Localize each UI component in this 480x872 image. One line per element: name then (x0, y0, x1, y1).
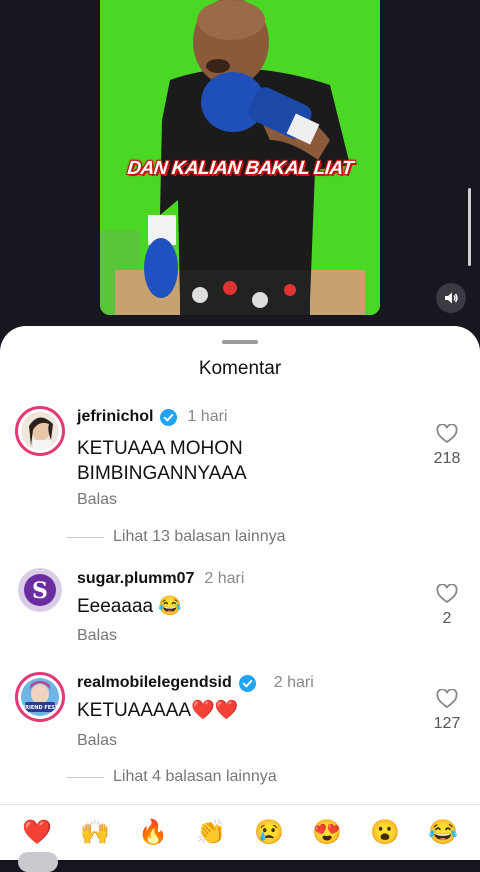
video-player[interactable]: DAN KALIAN BAKAL LIAT (0, 0, 480, 340)
comment-text: KETUAAAAA❤️❤️ (77, 700, 239, 721)
emoji-heart-eyes[interactable]: 😍 (307, 819, 347, 847)
emoji-crying[interactable]: 😢 (249, 819, 289, 847)
view-more-replies[interactable]: Lihat 13 balasan lainnya (67, 528, 286, 546)
volume-icon[interactable] (436, 283, 466, 313)
avatar-badge-text: FRIEND FEST (22, 705, 59, 711)
comment-time: 1 hari (187, 408, 228, 425)
video-caption: DAN KALIAN BAKAL LIAT (126, 158, 354, 179)
video-scrollbar[interactable] (468, 188, 471, 266)
verified-badge-icon (238, 674, 256, 692)
like-count: 127 (433, 715, 461, 732)
avatar-image (21, 412, 59, 450)
emoji-surprised[interactable]: 😮 (365, 819, 405, 847)
emoji-heart[interactable]: ❤️ (17, 819, 57, 847)
reply-button[interactable]: Balas (77, 491, 117, 509)
heart-icon (436, 689, 458, 709)
sheet-title: Komentar (198, 358, 282, 379)
like-button[interactable]: 127 (425, 689, 469, 733)
drag-handle[interactable] (222, 340, 258, 344)
speaker-icon (445, 292, 458, 304)
more-replies-label: Lihat 4 balasan lainnya (113, 768, 277, 785)
avatar-image: FRIEND FEST (21, 678, 59, 716)
comment-text: KETUAAA MOHON BIMBINGANNYAAA (77, 438, 247, 484)
avatar[interactable]: S (18, 568, 62, 612)
emoji-fire[interactable]: 🔥 (133, 819, 173, 847)
svg-text:S: S (32, 578, 48, 604)
reply-button[interactable]: Balas (77, 627, 117, 645)
verified-badge-icon (160, 408, 178, 426)
more-replies-label: Lihat 13 balasan lainnya (113, 528, 286, 545)
divider-line (67, 776, 104, 778)
divider-line (67, 536, 104, 538)
avatar-image: S (18, 568, 62, 612)
video-frame[interactable]: DAN KALIAN BAKAL LIAT (100, 0, 380, 315)
heart-icon (436, 424, 458, 444)
emoji-quick-bar: ❤️ 🙌 🔥 👏 😢 😍 😮 😂 (0, 804, 480, 860)
comment-time: 2 hari (204, 570, 245, 587)
emoji-clap[interactable]: 👏 (191, 819, 231, 847)
comments-sheet: Komentar jefrinichol 1 hari KETUAAA MOHO… (0, 326, 480, 860)
heart-icon (436, 584, 458, 604)
comment-username[interactable]: jefrinichol (77, 408, 153, 426)
like-count: 218 (433, 450, 461, 467)
like-button[interactable]: 218 (425, 424, 469, 468)
user-avatar (18, 852, 58, 872)
comment-username[interactable]: realmobilelegendsid (77, 674, 232, 692)
view-more-replies[interactable]: Lihat 4 balasan lainnya (67, 768, 277, 786)
avatar[interactable]: FRIEND FEST (15, 672, 65, 722)
comment-text: Eeeaaaa 😂 (77, 596, 183, 617)
like-count: 2 (442, 610, 452, 627)
emoji-raised-hands[interactable]: 🙌 (75, 819, 115, 847)
emoji-laughing[interactable]: 😂 (423, 819, 463, 847)
comment-username[interactable]: sugar.plumm07 (77, 570, 194, 588)
reply-button[interactable]: Balas (77, 732, 117, 750)
comment-time: 2 hari (273, 674, 314, 691)
avatar[interactable] (15, 406, 65, 456)
like-button[interactable]: 2 (425, 584, 469, 628)
